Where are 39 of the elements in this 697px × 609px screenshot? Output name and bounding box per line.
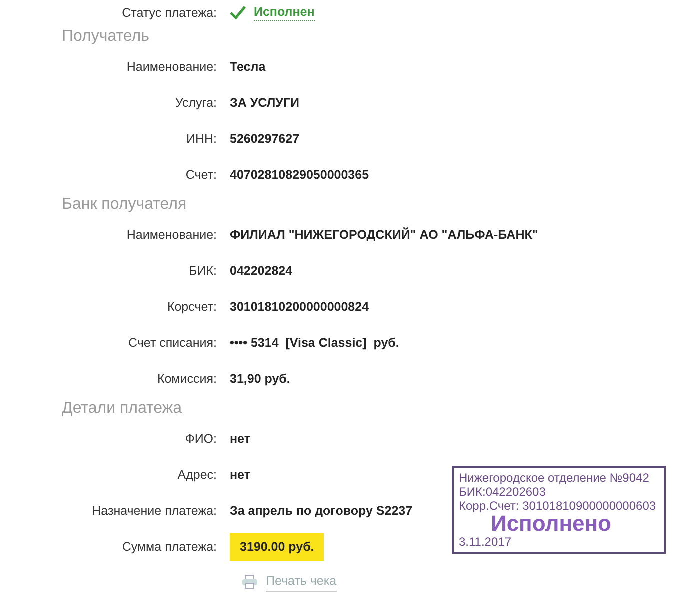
printer-icon[interactable]: [242, 574, 258, 589]
section-heading: Получатель: [61, 27, 150, 47]
field-label: Сумма платежа:: [121, 538, 218, 556]
field-label: Наименование:: [126, 58, 218, 76]
field-value: 30101810200000000824: [230, 298, 370, 316]
status-link[interactable]: Исполнен: [254, 5, 315, 21]
field-label: БИК:: [188, 262, 218, 280]
field-label: Комиссия:: [156, 370, 218, 388]
field-value: 042202824: [230, 262, 293, 280]
field-value: 40702810829050000365: [230, 166, 370, 184]
field-label: Корсчет:: [166, 298, 218, 316]
field-label: Адрес:: [176, 466, 218, 484]
field-label: Назначение платежа:: [91, 502, 218, 520]
field-value: нет: [230, 466, 250, 484]
field-value: 31,90 руб.: [230, 370, 290, 388]
checkmark-icon: [230, 6, 246, 20]
stamp-text: БИК:042202603: [459, 485, 547, 499]
print-receipt-link[interactable]: Печать чека: [266, 572, 337, 592]
field-value: 5260297627: [230, 130, 300, 148]
stamp-text: Нижегородское отделение №9042: [459, 471, 650, 485]
stamp-text: Корр.Счет: 30101810900000000603: [459, 499, 658, 513]
stamp-date: 3.11.2017: [459, 535, 512, 549]
field-label: Услуга:: [174, 94, 218, 112]
section-heading: Детали платежа: [61, 399, 183, 419]
field-label: Наименование:: [126, 226, 218, 244]
field-value: ФИЛИАЛ "НИЖЕГОРОДСКИЙ" АО "АЛЬФА-БАНК": [230, 226, 538, 244]
field-value: ЗА УСЛУГИ: [230, 94, 300, 112]
field-value: нет: [230, 430, 250, 448]
field-label: ФИО:: [184, 430, 218, 448]
section-heading: Банк получателя: [61, 195, 188, 215]
field-label: Счет:: [184, 166, 218, 184]
stamp-mark: Исполнено: [491, 513, 612, 535]
field-value: •••• 5314 [Visa Classic] руб.: [230, 334, 400, 352]
highlighted-amount: 3190.00 руб.: [230, 532, 324, 562]
field-value: За апрель по договору S2237: [230, 502, 413, 520]
field-label: Статус платежа:: [121, 4, 218, 22]
field-value: Тесла: [230, 58, 266, 76]
field-label: Счет списания:: [128, 334, 218, 352]
field-label: ИНН:: [185, 130, 218, 148]
